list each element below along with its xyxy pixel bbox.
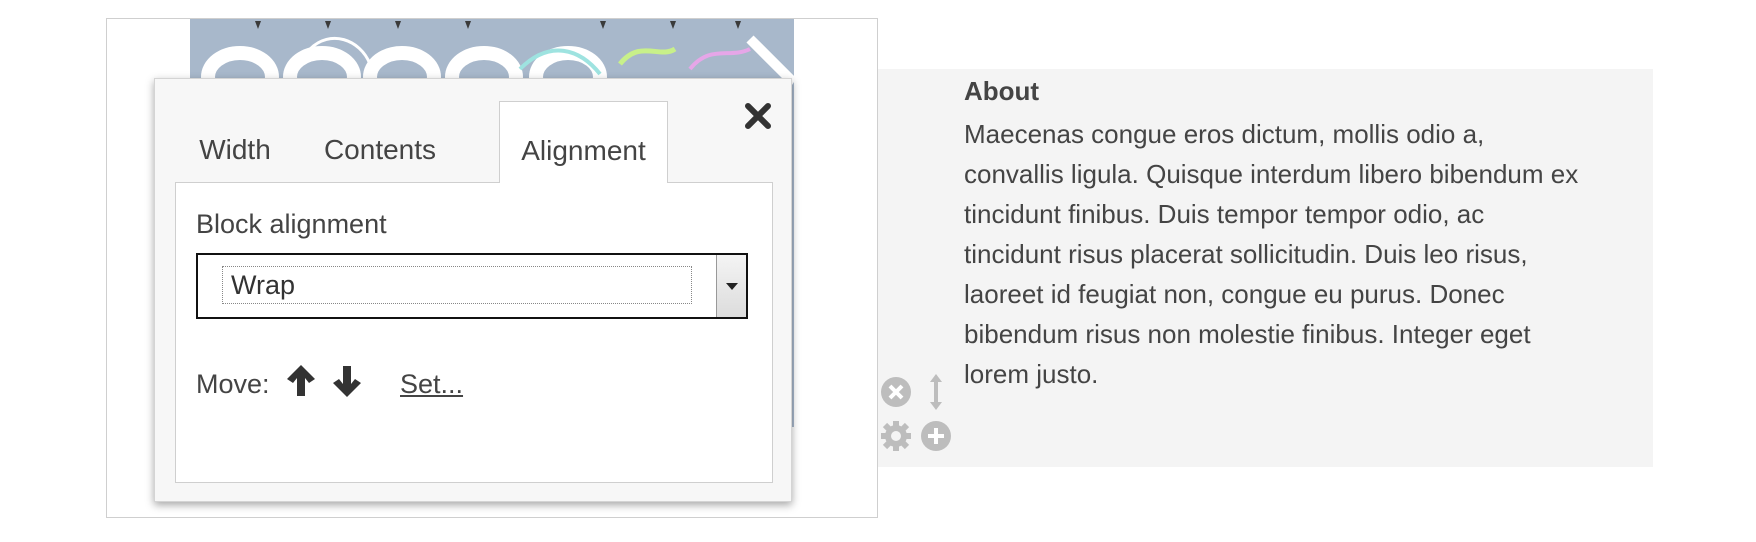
block-tools bbox=[880, 372, 954, 456]
remove-icon[interactable] bbox=[880, 376, 912, 408]
block-alignment-selected-value: Wrap bbox=[222, 266, 692, 304]
close-icon[interactable] bbox=[743, 101, 773, 131]
block-alignment-select[interactable]: Wrap bbox=[196, 253, 748, 319]
about-body-text: Maecenas congue eros dictum, mollis odio… bbox=[964, 119, 1579, 389]
set-position-link[interactable]: Set... bbox=[400, 369, 463, 400]
about-heading: About bbox=[964, 76, 1040, 106]
arrow-up-icon[interactable] bbox=[284, 363, 318, 399]
chevron-down-icon[interactable] bbox=[716, 255, 746, 317]
alignment-tab-panel: Block alignment Wrap Move: Set... bbox=[175, 182, 773, 483]
move-label: Move: bbox=[196, 369, 270, 399]
settings-icon[interactable] bbox=[880, 420, 912, 452]
block-settings-dialog: Width Contents Alignment Block alignment… bbox=[154, 78, 792, 502]
arrow-down-icon[interactable] bbox=[330, 363, 364, 399]
tab-width[interactable]: Width bbox=[175, 101, 295, 183]
tab-contents[interactable]: Contents bbox=[305, 101, 455, 183]
tab-alignment[interactable]: Alignment bbox=[499, 101, 668, 183]
block-alignment-label: Block alignment bbox=[196, 209, 387, 239]
add-icon[interactable] bbox=[920, 420, 952, 452]
move-handle-icon[interactable] bbox=[920, 372, 952, 410]
